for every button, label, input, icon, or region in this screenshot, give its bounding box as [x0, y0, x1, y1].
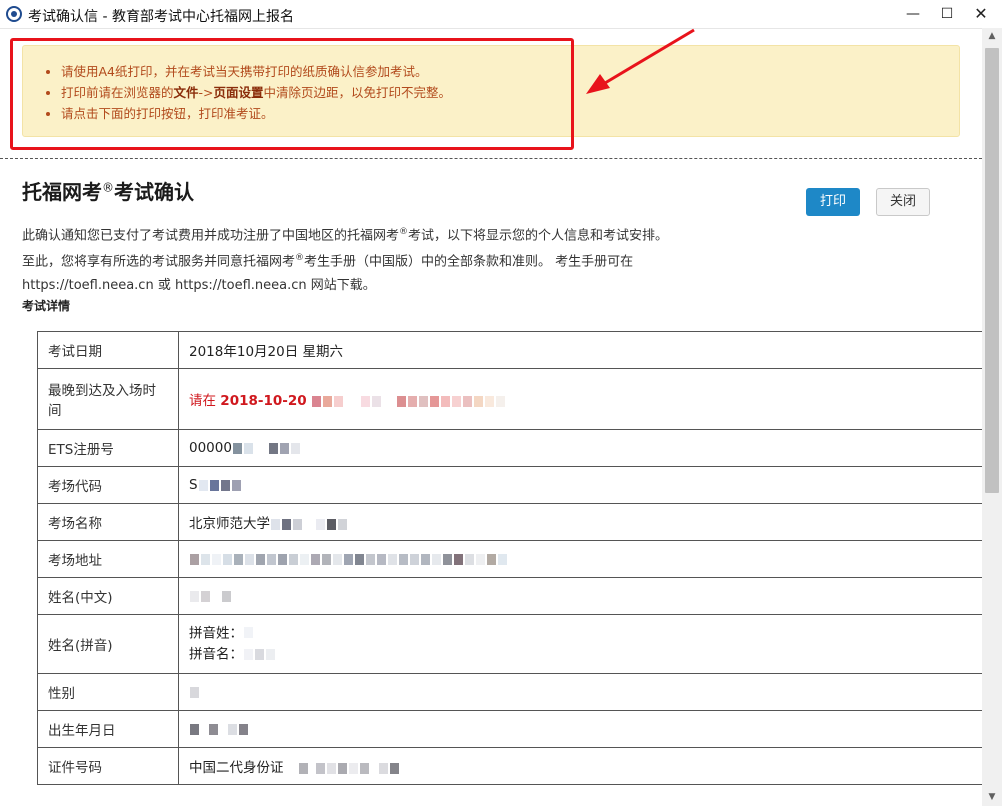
- table-row: 最晚到达及入场时间 请在 2018-10-20: [37, 368, 982, 430]
- row-value: [178, 710, 982, 748]
- row-label: 姓名(中文): [37, 577, 179, 615]
- row-value: [178, 540, 982, 578]
- table-row: 证件号码 中国二代身份证: [37, 747, 982, 785]
- redacted-content: [190, 684, 201, 700]
- row-value: 拼音姓： 拼音名：: [178, 614, 982, 674]
- window-title: 考试确认信 - 教育部考试中心托福网上报名: [28, 9, 294, 25]
- row-label: 证件号码: [37, 747, 179, 785]
- redacted-content: [271, 516, 349, 532]
- row-label: 最晚到达及入场时间: [37, 368, 179, 430]
- close-window-button[interactable]: ✕: [970, 4, 992, 24]
- app-logo-icon: [6, 6, 22, 22]
- red-highlight-box: [10, 38, 574, 150]
- page-title: 托福网考®考试确认: [22, 180, 194, 204]
- scroll-down-arrow-icon[interactable]: ▼: [982, 789, 1002, 806]
- maximize-button[interactable]: ☐: [936, 4, 958, 24]
- table-row: ETS注册号 00000: [37, 429, 982, 467]
- row-label: 考场名称: [37, 503, 179, 541]
- row-label: 性别: [37, 673, 179, 711]
- redacted-content: [311, 393, 507, 409]
- table-row: 出生年月日: [37, 710, 982, 748]
- scroll-thumb[interactable]: [985, 48, 999, 493]
- redacted-content: [190, 721, 250, 737]
- row-value: 北京师范大学: [178, 503, 982, 541]
- vertical-scrollbar[interactable]: ▲ ▼: [982, 28, 1002, 806]
- redacted-content: [190, 551, 509, 567]
- dashed-separator: [0, 158, 982, 159]
- minimize-button[interactable]: —: [902, 4, 924, 24]
- redacted-content: [190, 588, 233, 604]
- redacted-content: [284, 760, 401, 776]
- row-value: [178, 577, 982, 615]
- exam-details-table: 考试日期 2018年10月20日 星期六 最晚到达及入场时间 请在 2018-1…: [37, 331, 982, 785]
- page-content: 请使用A4纸打印，并在考试当天携带打印的纸质确认信参加考试。 打印前请在浏览器的…: [0, 28, 982, 806]
- redacted-content: [232, 440, 302, 456]
- red-arrow-annotation: [586, 28, 695, 94]
- redacted-content: [244, 644, 277, 665]
- row-value: 2018年10月20日 星期六: [178, 331, 982, 369]
- row-value: 请在 2018-10-20: [178, 368, 982, 430]
- row-label: 考场代码: [37, 466, 179, 504]
- table-row: 考场代码 S: [37, 466, 982, 504]
- row-label: 考场地址: [37, 540, 179, 578]
- table-row: 考场地址: [37, 540, 982, 578]
- row-label: ETS注册号: [37, 429, 179, 467]
- row-label: 姓名(拼音): [37, 614, 179, 674]
- table-row: 考试日期 2018年10月20日 星期六: [37, 331, 982, 369]
- table-row: 考场名称 北京师范大学: [37, 503, 982, 541]
- row-value: S: [178, 466, 982, 504]
- scroll-up-arrow-icon[interactable]: ▲: [982, 28, 1002, 45]
- section-label-exam-details: 考试详情: [22, 299, 71, 313]
- print-button[interactable]: 打印: [806, 188, 860, 216]
- intro-text: 此确认通知您已支付了考试费用并成功注册了中国地区的托福网考®考试，以下将显示您的…: [22, 227, 669, 293]
- row-label: 考试日期: [37, 331, 179, 369]
- row-value: 中国二代身份证: [178, 747, 982, 785]
- close-button[interactable]: 关闭: [876, 188, 930, 216]
- table-row: 性别: [37, 673, 982, 711]
- table-row: 姓名(中文): [37, 577, 982, 615]
- table-row: 姓名(拼音) 拼音姓： 拼音名：: [37, 614, 982, 674]
- redacted-content: [244, 623, 255, 644]
- row-value: [178, 673, 982, 711]
- redacted-content: [198, 477, 243, 493]
- window-titlebar: 考试确认信 - 教育部考试中心托福网上报名 — ☐ ✕: [0, 0, 1002, 29]
- row-label: 出生年月日: [37, 710, 179, 748]
- row-value: 00000: [178, 429, 982, 467]
